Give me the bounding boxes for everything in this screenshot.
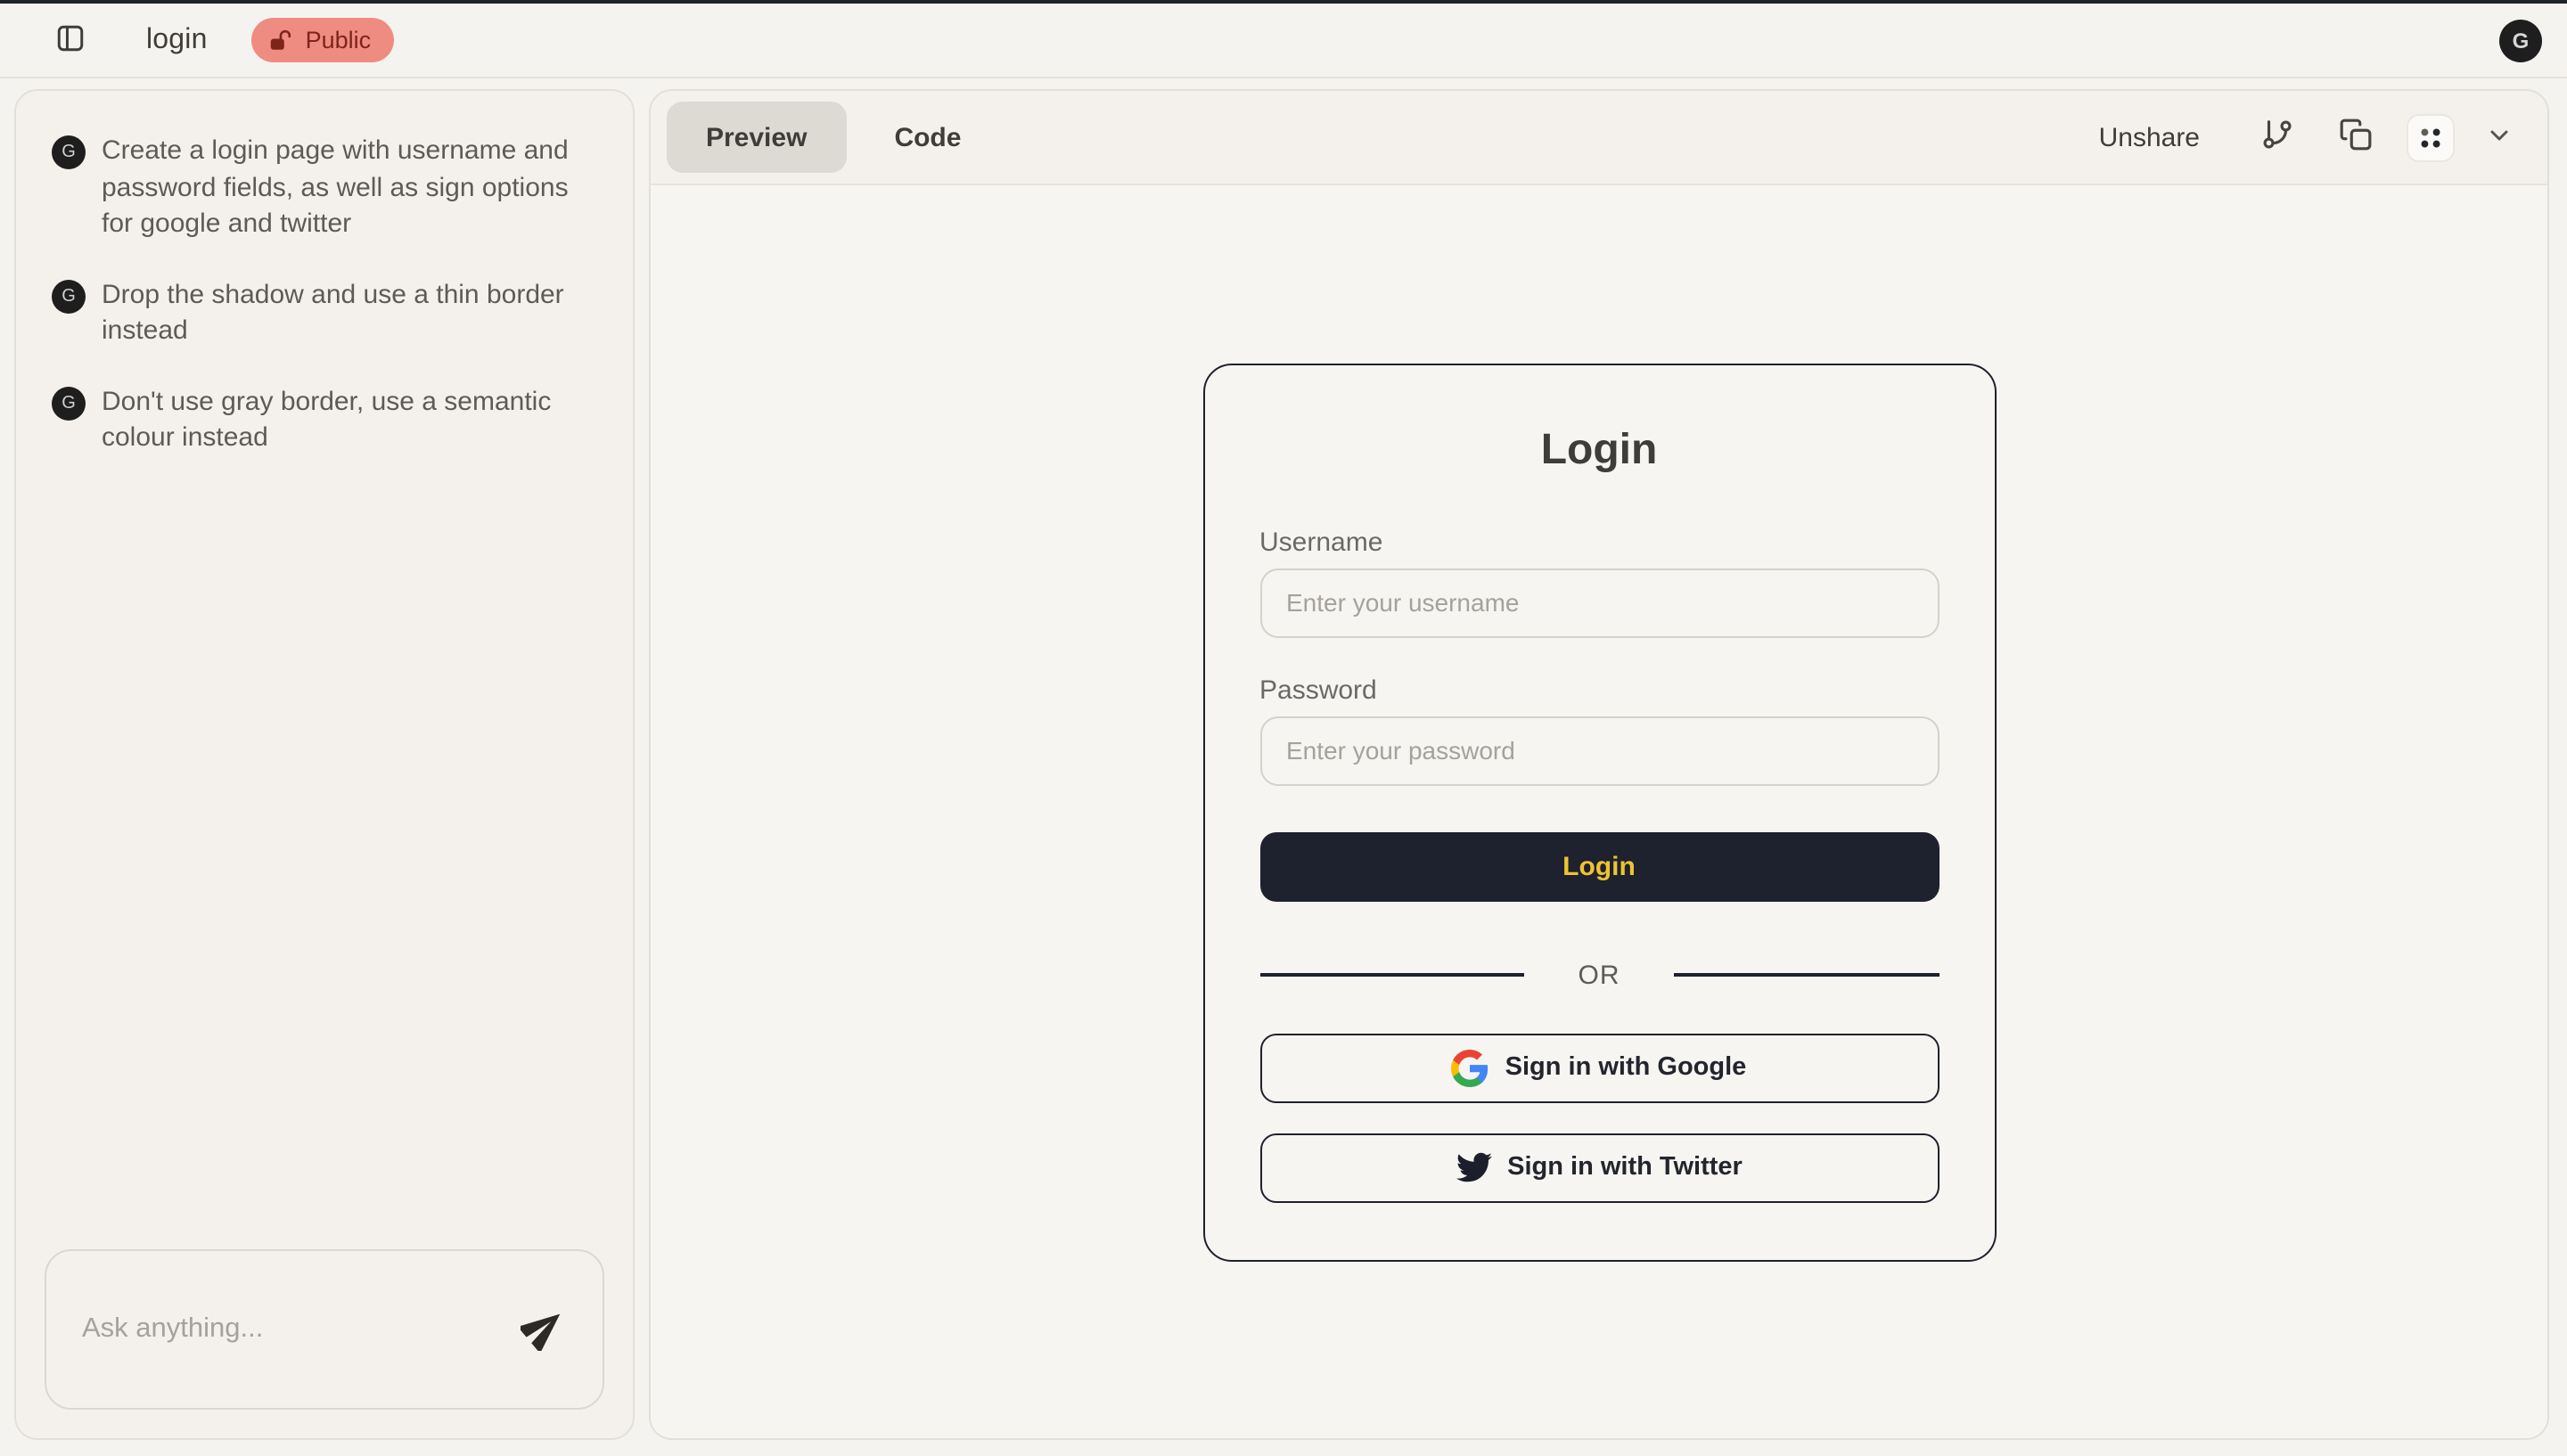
google-signin-label: Sign in with Google: [1505, 1053, 1747, 1082]
message-avatar: G: [52, 135, 86, 169]
password-input[interactable]: [1259, 716, 1939, 785]
divider-label: OR: [1525, 960, 1674, 990]
user-avatar[interactable]: G: [2499, 19, 2542, 61]
sidebar-toggle-button[interactable]: [43, 13, 96, 67]
message-text: Drop the shadow and use a thin border in…: [102, 277, 604, 350]
top-bar: login Public G: [0, 0, 2567, 78]
expand-menu-button[interactable]: [2480, 110, 2519, 164]
chat-input[interactable]: [82, 1313, 513, 1346]
message-avatar: G: [52, 279, 86, 313]
copy-button[interactable]: [2328, 110, 2382, 164]
chevron-down-icon: [2485, 120, 2514, 154]
message-text: Don't use gray border, use a semantic co…: [102, 384, 604, 457]
fork-button[interactable]: [2250, 110, 2303, 164]
send-icon: [521, 1304, 567, 1355]
grid-dots-icon: [2417, 124, 2444, 151]
login-card: Login Username Password Login OR: [1202, 363, 1996, 1261]
twitter-signin-button[interactable]: Sign in with Twitter: [1259, 1133, 1939, 1202]
toolbar-icons: [2250, 110, 2519, 164]
preview-content: Login Username Password Login OR: [651, 185, 2547, 1438]
lock-open-icon: [270, 28, 295, 53]
git-branch-icon: [2259, 118, 2293, 157]
send-button[interactable]: [513, 1299, 574, 1360]
login-card-title: Login: [1259, 425, 1939, 475]
or-divider: OR: [1259, 960, 1939, 990]
username-label: Username: [1259, 527, 1939, 557]
message-text: Create a login page with username and pa…: [102, 134, 604, 243]
preview-panel: Preview Code Unshare: [649, 89, 2549, 1440]
twitter-icon: [1456, 1149, 1491, 1185]
divider-line: [1259, 973, 1525, 977]
window-edge-strip: [0, 0, 2567, 4]
chat-composer: [45, 1249, 604, 1410]
unshare-button[interactable]: Unshare: [2081, 111, 2218, 163]
visibility-badge-label: Public: [306, 27, 372, 53]
preview-header: Preview Code Unshare: [651, 91, 2547, 185]
panel-left-icon: [54, 22, 85, 58]
login-submit-button[interactable]: Login: [1259, 831, 1939, 901]
password-label: Password: [1259, 675, 1939, 705]
chat-message: G Drop the shadow and use a thin border …: [52, 277, 604, 350]
chat-message-list: G Create a login page with username and …: [16, 91, 633, 457]
tab-preview[interactable]: Preview: [667, 102, 846, 173]
message-avatar: G: [52, 386, 86, 420]
chat-message: G Don't use gray border, use a semantic …: [52, 384, 604, 457]
google-icon: [1452, 1049, 1489, 1086]
tab-code[interactable]: Code: [855, 102, 1000, 173]
project-title: login: [146, 24, 208, 56]
twitter-signin-label: Sign in with Twitter: [1507, 1153, 1743, 1182]
google-signin-button[interactable]: Sign in with Google: [1259, 1033, 1939, 1102]
chat-message: G Create a login page with username and …: [52, 134, 604, 243]
username-field-group: Username: [1259, 527, 1939, 637]
divider-line: [1674, 973, 1940, 977]
username-input[interactable]: [1259, 568, 1939, 637]
visibility-badge[interactable]: Public: [252, 18, 395, 62]
password-field-group: Password: [1259, 675, 1939, 785]
chat-sidebar: G Create a login page with username and …: [14, 89, 635, 1440]
apps-grid-button[interactable]: [2407, 113, 2455, 161]
app-window: login Public G G Create a login page wit…: [0, 0, 2567, 1456]
copy-icon: [2338, 118, 2372, 157]
